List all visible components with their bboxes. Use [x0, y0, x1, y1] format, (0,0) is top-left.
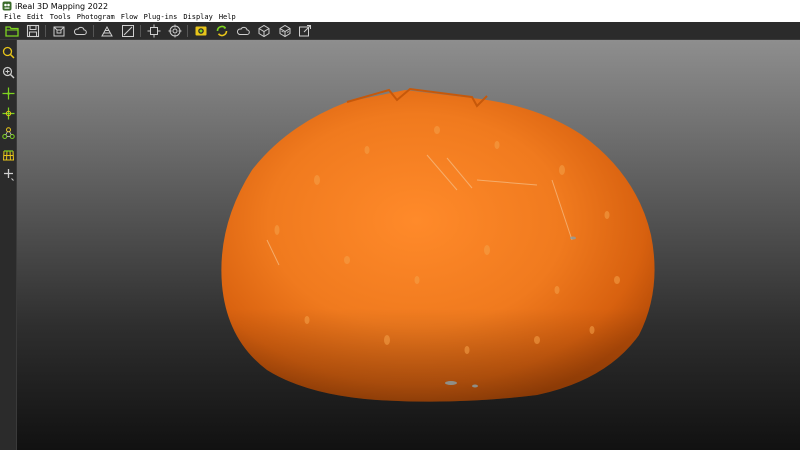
- pumpkin-model: [221, 87, 655, 402]
- import-button[interactable]: [51, 23, 67, 39]
- transform-icon: [147, 24, 161, 38]
- rotate-icon: [2, 107, 15, 119]
- export-cube-icon: [299, 25, 311, 37]
- link-nodes-icon: [2, 126, 15, 139]
- grid-icon: [3, 149, 14, 160]
- add-marker-icon: [4, 168, 14, 181]
- menu-file[interactable]: File: [4, 13, 21, 21]
- menu-photogram[interactable]: Photogram: [77, 13, 115, 21]
- transform-button[interactable]: [146, 23, 162, 39]
- menu-help[interactable]: Help: [219, 13, 236, 21]
- point-cloud-icon: [236, 26, 250, 35]
- menu-edit[interactable]: Edit: [27, 13, 44, 21]
- zoom-fit-icon: [2, 46, 15, 59]
- 3d-viewport[interactable]: [17, 40, 800, 450]
- photo-align-icon: [195, 26, 207, 36]
- target-icon: [168, 24, 182, 38]
- title-bar: iReal 3D Mapping 2022: [0, 0, 800, 12]
- open-folder-button[interactable]: [4, 23, 20, 39]
- import-icon: [53, 26, 65, 37]
- cloud-icon: [73, 26, 87, 35]
- point-cloud-button[interactable]: [235, 23, 251, 39]
- texture-cube-button[interactable]: [277, 23, 293, 39]
- open-folder-icon: [5, 26, 19, 37]
- target-button[interactable]: [167, 23, 183, 39]
- zoom-region-icon: [2, 66, 15, 78]
- menu-display[interactable]: Display: [183, 13, 213, 21]
- mesh-cube-icon: [258, 24, 270, 38]
- mesh-cube-button[interactable]: [256, 23, 272, 39]
- save-button[interactable]: [25, 23, 41, 39]
- main-toolbar: [0, 22, 800, 40]
- texture-icon: [101, 25, 113, 37]
- add-marker-button[interactable]: [1, 166, 16, 182]
- texture-button[interactable]: [99, 23, 115, 39]
- rotate-button[interactable]: [1, 105, 16, 121]
- window-title: iReal 3D Mapping 2022: [15, 1, 109, 11]
- app-logo-icon: [2, 1, 12, 11]
- rebuild-button[interactable]: [214, 23, 230, 39]
- left-toolbar: [0, 40, 17, 450]
- zoom-region-button[interactable]: [1, 64, 16, 80]
- menu-plug-ins[interactable]: Plug-ins: [144, 13, 178, 21]
- menu-tools[interactable]: Tools: [50, 13, 71, 21]
- rebuild-icon: [216, 25, 228, 37]
- export-cube-button[interactable]: [297, 23, 313, 39]
- menu-flow[interactable]: Flow: [121, 13, 138, 21]
- measure-icon: [122, 25, 134, 37]
- save-icon: [26, 24, 40, 38]
- link-nodes-button[interactable]: [1, 125, 16, 141]
- photo-align-button[interactable]: [193, 23, 209, 39]
- texture-cube-icon: [279, 24, 291, 38]
- cloud-button[interactable]: [72, 23, 88, 39]
- pan-button[interactable]: [1, 85, 16, 101]
- menu-bar: File Edit Tools Photogram Flow Plug-ins …: [0, 12, 800, 22]
- pan-icon: [2, 87, 15, 99]
- measure-button[interactable]: [120, 23, 136, 39]
- grid-button[interactable]: [1, 146, 16, 162]
- zoom-fit-button[interactable]: [1, 44, 16, 60]
